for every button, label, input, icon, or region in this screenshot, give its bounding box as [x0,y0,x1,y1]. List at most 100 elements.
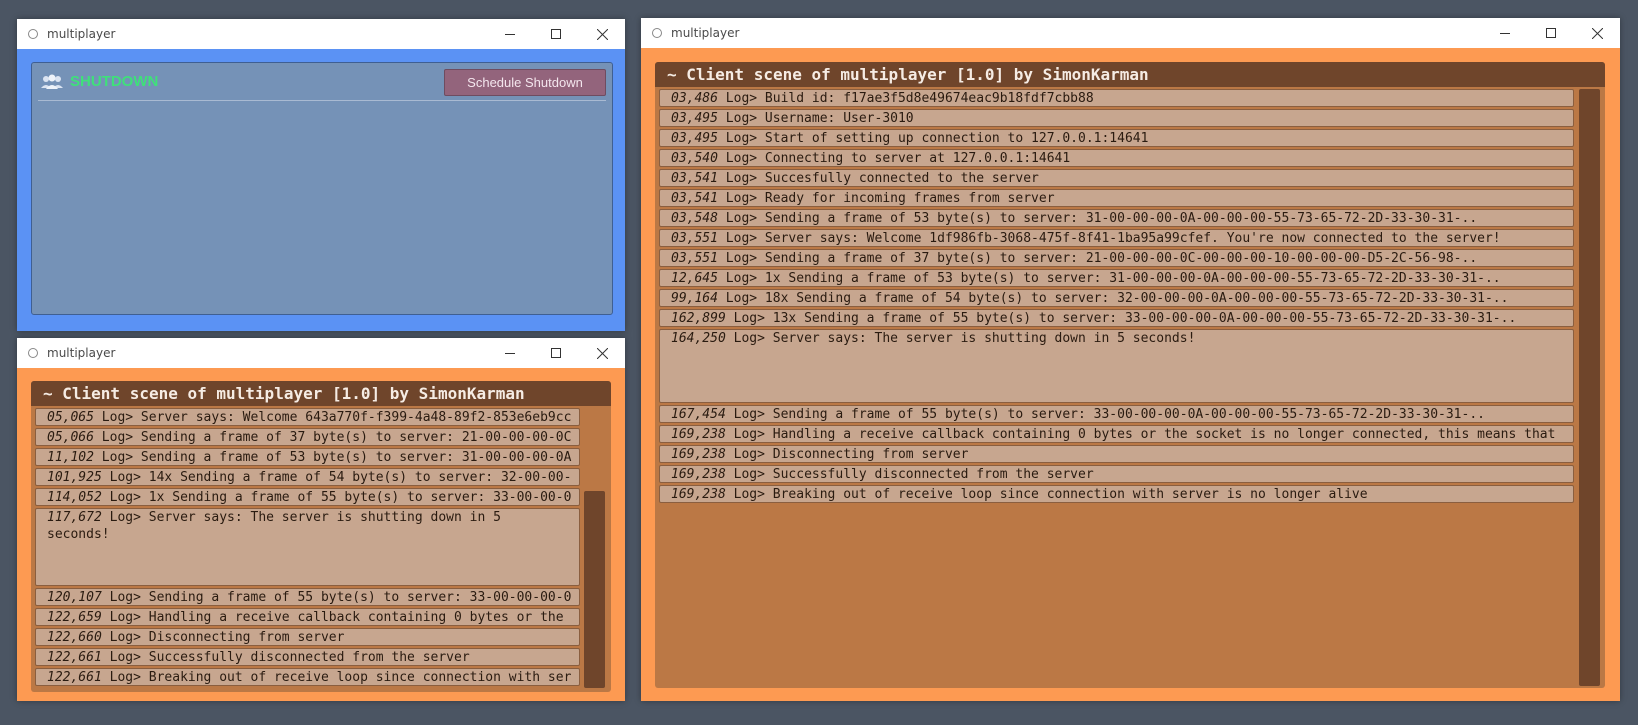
log-row: 03,495 Log> Username: User-3010 [659,109,1574,127]
log-message: Log> Sending a frame of 37 byte(s) to se… [717,251,1478,266]
log-row: 12,645 Log> 1x Sending a frame of 53 byt… [659,269,1574,287]
log-timestamp: 03,540 [671,151,718,166]
maximize-button[interactable] [533,338,579,368]
log-row: 122,659 Log> Handling a receive callback… [35,608,580,626]
log-message: Log> Handling a receive callback contain… [101,610,564,625]
log-message: Log> Sending a frame of 53 byte(s) to se… [717,211,1478,226]
close-button[interactable] [1574,18,1620,48]
log-message: Log> Sending a frame of 55 byte(s) to se… [725,407,1485,422]
window-icon [28,29,38,39]
log-message: Log> Sending a frame of 53 byte(s) to se… [93,450,572,465]
log-timestamp: 120,107 [47,590,102,605]
window-title: multiplayer [671,26,740,40]
log-message: Log> Disconnecting from server [725,447,969,462]
log-row: 03,495 Log> Start of setting up connecti… [659,129,1574,147]
maximize-button[interactable] [1528,18,1574,48]
client-window-small: multiplayer ~ Client scene of multiplaye… [17,338,625,701]
log-row: 169,238 Log> Handling a receive callback… [659,425,1574,443]
log-row: 164,250 Log> Server says: The server is … [659,329,1574,403]
titlebar[interactable]: multiplayer [17,19,625,49]
log-row: 169,238 Log> Disconnecting from server [659,445,1574,463]
log-header: ~ Client scene of multiplayer [1.0] by S… [31,381,611,406]
log-timestamp: 03,495 [671,111,718,126]
close-button[interactable] [579,338,625,368]
log-timestamp: 05,065 [47,410,94,425]
titlebar[interactable]: multiplayer [641,18,1620,48]
scrollbar-thumb[interactable] [584,491,605,688]
titlebar[interactable]: multiplayer [17,338,625,368]
minimize-icon [505,353,515,354]
log-message: Log> Succesfully connected to the server [717,171,1039,186]
log-message: Log> 1x Sending a frame of 53 byte(s) to… [717,271,1501,286]
log-message: Log> Start of setting up connection to 1… [717,131,1149,146]
log-row: 122,661 Log> Successfully disconnected f… [35,648,580,666]
log-timestamp: 03,551 [671,231,718,246]
scrollbar[interactable] [582,408,607,690]
log-message: Log> Successfully disconnected from the … [101,650,470,665]
log-frame: ~ Client scene of multiplayer [1.0] by S… [31,381,611,692]
log-message: Log> Ready for incoming frames from serv… [717,191,1055,206]
close-button[interactable] [579,19,625,49]
minimize-button[interactable] [487,338,533,368]
log-row: 167,454 Log> Sending a frame of 55 byte(… [659,405,1574,423]
log-timestamp: 167,454 [671,407,726,422]
window-icon [28,348,38,358]
log-row: 03,540 Log> Connecting to server at 127.… [659,149,1574,167]
log-timestamp: 11,102 [47,450,94,465]
log-timestamp: 169,238 [671,427,726,442]
log-message: Log> Connecting to server at 127.0.0.1:1… [717,151,1071,166]
log-row: 03,551 Log> Server says: Welcome 1df986f… [659,229,1574,247]
log-message: Log> Sending a frame of 37 byte(s) to se… [93,430,572,445]
log-timestamp: 03,551 [671,251,718,266]
log-timestamp: 164,250 [671,331,726,346]
log-timestamp: 114,052 [47,490,102,505]
log-frame: ~ Client scene of multiplayer [1.0] by S… [655,62,1605,688]
divider [38,100,606,101]
users-icon [41,74,63,89]
close-icon [1591,27,1603,39]
log-row: 03,541 Log> Ready for incoming frames fr… [659,189,1574,207]
log-message: Log> Handling a receive callback contain… [725,427,1556,442]
close-icon [596,347,608,359]
log-timestamp: 122,661 [47,670,102,685]
log-row: 03,551 Log> Sending a frame of 37 byte(s… [659,249,1574,267]
log-timestamp: 122,661 [47,650,102,665]
log-row: 03,548 Log> Sending a frame of 53 byte(s… [659,209,1574,227]
log-timestamp: 03,486 [671,91,718,106]
minimize-icon [505,34,515,35]
maximize-icon [551,29,561,39]
log-row: 05,066 Log> Sending a frame of 37 byte(s… [35,428,580,446]
log-row: 03,486 Log> Build id: f17ae3f5d8e49674ea… [659,89,1574,107]
scrollbar-thumb[interactable] [1579,89,1600,686]
log-message: Log> 13x Sending a frame of 55 byte(s) t… [725,311,1517,326]
client-area: ~ Client scene of multiplayer [1.0] by S… [17,368,625,701]
minimize-button[interactable] [487,19,533,49]
minimize-button[interactable] [1482,18,1528,48]
scrollbar[interactable] [1577,89,1602,686]
window-title: multiplayer [47,27,116,41]
log-timestamp: 05,066 [47,430,94,445]
log-row: 05,065 Log> Server says: Welcome 643a770… [35,408,580,426]
close-icon [596,28,608,40]
log-timestamp: 03,541 [671,171,718,186]
log-message: Log> Server says: Welcome 643a770f-f399-… [93,410,572,425]
schedule-shutdown-button[interactable]: Schedule Shutdown [444,69,606,96]
maximize-button[interactable] [533,19,579,49]
log-timestamp: 169,238 [671,487,726,502]
log-timestamp: 99,164 [671,291,718,306]
log-timestamp: 117,672 [47,510,102,525]
minimize-icon [1500,33,1510,34]
maximize-icon [1546,28,1556,38]
log-timestamp: 12,645 [671,271,718,286]
log-row: 114,052 Log> 1x Sending a frame of 55 by… [35,488,580,506]
log-row: 120,107 Log> Sending a frame of 55 byte(… [35,588,580,606]
log-row: 122,660 Log> Disconnecting from server [35,628,580,646]
log-timestamp: 03,548 [671,211,718,226]
log-message: Log> Disconnecting from server [101,630,345,645]
log-message: Log> Username: User-3010 [717,111,914,126]
log-timestamp: 03,541 [671,191,718,206]
log-message: Log> 14x Sending a frame of 54 byte(s) t… [101,470,572,485]
shutdown-panel: SHUTDOWN Schedule Shutdown [31,62,613,315]
shutdown-heading: SHUTDOWN [70,73,159,90]
log-timestamp: 122,659 [47,610,102,625]
